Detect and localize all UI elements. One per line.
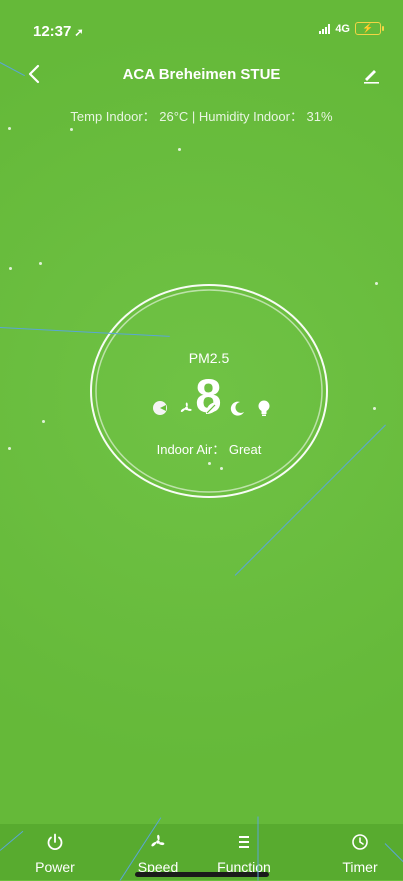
annotation-line [257,816,259,881]
particle-dot [178,148,181,151]
fan-icon [151,834,165,847]
particle-dot [375,282,378,285]
mode-indicators [151,398,273,418]
particle-dot [39,262,42,265]
pm25-label: PM2.5 [188,350,230,366]
signal-bars-icon [319,23,331,34]
power-label: Power [35,859,75,875]
timer-button[interactable]: Timer [320,832,400,875]
power-button[interactable]: Power [15,832,95,875]
particle-dot [70,128,73,131]
indoor-air-status: Indoor Air： Great [156,442,262,457]
particle-dot [42,420,45,423]
timer-label: Timer [342,859,378,875]
device-title: ACA Breheimen STUE [122,66,281,83]
fan-icon [177,399,195,417]
function-button[interactable]: Function [204,832,284,875]
particle-dot [8,447,11,450]
status-bar: 12:37 ➚ 4G ⚡ [0,0,403,44]
location-arrow-icon: ➚ [74,27,84,39]
moon-icon [229,399,247,417]
leaf-icon [203,399,221,417]
power-icon [47,833,63,851]
network-type: 4G [335,22,350,35]
edit-pencil-icon[interactable] [361,64,381,84]
menu-icon [239,836,249,848]
particle-dot [9,267,12,270]
speed-button[interactable]: Speed [118,832,198,875]
auto-mode-icon [151,399,169,417]
air-quality-gauge: PM2.5 8 Indoor Air： Great [89,283,329,499]
battery-charging-icon: ⚡ [355,22,384,35]
indoor-summary: Temp Indoor： 26°C | Humidity Indoor： 31% [70,109,333,124]
bulb-icon [255,399,273,417]
status-indicators: 4G ⚡ [319,22,384,35]
status-time: 12:37 ➚ [33,23,84,40]
top-nav: ACA Breheimen STUE [0,60,403,90]
home-indicator [135,872,269,877]
particle-dot [8,127,11,130]
particle-dot [373,407,376,410]
clock-icon [352,834,368,850]
